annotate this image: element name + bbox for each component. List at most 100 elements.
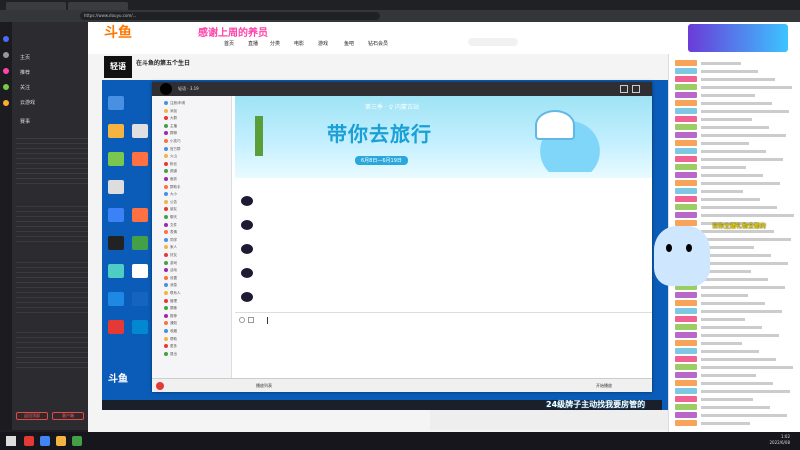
contact-item[interactable]: 联系人 — [164, 290, 230, 296]
desktop-icon[interactable] — [108, 292, 124, 306]
chat-message[interactable] — [675, 404, 795, 411]
chat-message[interactable] — [675, 420, 795, 427]
message-avatar[interactable] — [241, 244, 253, 254]
qq-promo-banner[interactable]: 第三季 · ♀ 内蒙古站 带你去旅行 6月8日—6月19日 — [235, 96, 652, 178]
taskbar-app-icon[interactable] — [40, 436, 50, 446]
desktop-icon[interactable] — [132, 264, 148, 278]
sidebar-item-follow[interactable]: 关注 — [20, 84, 30, 91]
chat-message[interactable] — [675, 372, 795, 379]
desktop-icon[interactable] — [132, 152, 148, 166]
chat-message[interactable] — [675, 148, 795, 155]
app-icon[interactable] — [3, 52, 9, 58]
contact-item[interactable]: 消息 — [164, 282, 230, 288]
nav-diamond[interactable]: 钻石会员 — [368, 40, 388, 47]
desktop-icon[interactable] — [108, 236, 124, 250]
desktop-icon[interactable] — [108, 96, 124, 110]
app-icon[interactable] — [3, 84, 9, 90]
taskbar-app-icon[interactable] — [24, 436, 34, 446]
chat-message[interactable] — [675, 116, 795, 123]
contact-item[interactable]: 鱼跃 — [164, 176, 230, 182]
contact-item[interactable]: 群聊 — [164, 130, 230, 136]
qq-avatar[interactable] — [160, 83, 172, 95]
sidebar-item-esports[interactable]: 赛事 — [20, 118, 30, 125]
play-button[interactable]: 开始播放 — [596, 379, 612, 393]
contact-item[interactable]: 管理 — [164, 298, 230, 304]
desktop-icon[interactable] — [132, 208, 148, 222]
message-avatar[interactable] — [241, 268, 253, 278]
browser-tab[interactable] — [68, 2, 128, 10]
desktop-icon[interactable] — [108, 320, 124, 334]
chat-message[interactable] — [675, 76, 795, 83]
taskbar-app-icon[interactable] — [72, 436, 82, 446]
search-input[interactable] — [468, 38, 518, 46]
contact-item[interactable]: 收藏 — [164, 328, 230, 334]
chat-message[interactable] — [675, 60, 795, 67]
chat-message[interactable] — [675, 204, 795, 211]
taskbar-app-icon[interactable] — [56, 436, 66, 446]
back-to-top-button[interactable]: 返回顶部 — [16, 412, 48, 420]
contact-item[interactable]: 帮助 — [164, 336, 230, 342]
nav-game[interactable]: 游戏 — [318, 40, 328, 47]
message-input[interactable] — [235, 312, 652, 378]
category-list[interactable] — [16, 258, 88, 314]
chat-message[interactable] — [675, 332, 795, 339]
desktop-icon[interactable] — [132, 236, 148, 250]
contact-item[interactable]: 屏蔽 — [164, 305, 230, 311]
chat-message[interactable] — [675, 68, 795, 75]
desktop-icon[interactable] — [132, 124, 148, 138]
chat-message[interactable] — [675, 124, 795, 131]
category-list[interactable] — [16, 134, 88, 188]
chat-message[interactable] — [675, 92, 795, 99]
emoji-icon[interactable] — [239, 317, 245, 323]
app-icon[interactable] — [3, 68, 9, 74]
browser-tab[interactable] — [6, 2, 66, 10]
chat-message[interactable] — [675, 348, 795, 355]
taskbar-clock[interactable]: 1:02 2022/6/08 — [769, 434, 790, 446]
client-button[interactable]: 客户端 — [52, 412, 84, 420]
douyu-logo[interactable]: 斗鱼 — [104, 22, 164, 44]
message-avatar[interactable] — [241, 196, 253, 206]
contact-item[interactable]: 公告 — [164, 199, 230, 205]
chat-message[interactable] — [675, 188, 795, 195]
app-icon[interactable] — [3, 100, 9, 106]
contact-item[interactable]: 粉丝 — [164, 161, 230, 167]
chat-message[interactable] — [675, 156, 795, 163]
chat-message[interactable] — [675, 212, 795, 219]
desktop-icon[interactable] — [108, 152, 124, 166]
home-icon[interactable] — [620, 85, 628, 93]
contact-item[interactable]: 频道 — [164, 168, 230, 174]
chat-message[interactable] — [675, 388, 795, 395]
contact-item[interactable]: 添加 — [164, 108, 230, 114]
message-avatar[interactable] — [241, 292, 253, 302]
nav-live[interactable]: 直播 — [248, 40, 258, 47]
chat-message[interactable] — [675, 316, 795, 323]
desktop-icon[interactable] — [108, 180, 124, 194]
sidebar-item-cloudgame[interactable]: 云游戏 — [20, 99, 35, 106]
sidebar-item-home[interactable]: 主页 — [20, 54, 30, 61]
contact-item[interactable]: 好友 — [164, 252, 230, 258]
contact-item[interactable]: 推荐 — [164, 313, 230, 319]
contact-item[interactable]: 文件 — [164, 222, 230, 228]
chat-message[interactable] — [675, 324, 795, 331]
desktop-icon[interactable] — [108, 208, 124, 222]
chat-message[interactable] — [675, 412, 795, 419]
contact-item[interactable]: 通知 — [164, 320, 230, 326]
desktop-icon[interactable] — [132, 292, 148, 306]
image-icon[interactable] — [248, 317, 254, 323]
playlist-label[interactable]: 播放列表 — [256, 379, 272, 393]
contact-item[interactable]: 大群 — [164, 115, 230, 121]
chat-message[interactable] — [675, 132, 795, 139]
chat-message[interactable] — [675, 340, 795, 347]
category-list[interactable] — [16, 202, 88, 242]
nav-movie[interactable]: 电影 — [294, 40, 304, 47]
promo-banner[interactable] — [688, 24, 788, 52]
contact-item[interactable]: 家人 — [164, 244, 230, 250]
contact-item[interactable]: 同学 — [164, 237, 230, 243]
contact-item[interactable]: 朋友 — [164, 206, 230, 212]
chat-message[interactable] — [675, 396, 795, 403]
chat-message[interactable] — [675, 196, 795, 203]
contact-item[interactable]: 活动 — [164, 267, 230, 273]
windows-start-icon[interactable] — [6, 436, 16, 446]
nav-category[interactable]: 分类 — [270, 40, 280, 47]
contact-item[interactable]: 官方群 — [164, 146, 230, 152]
